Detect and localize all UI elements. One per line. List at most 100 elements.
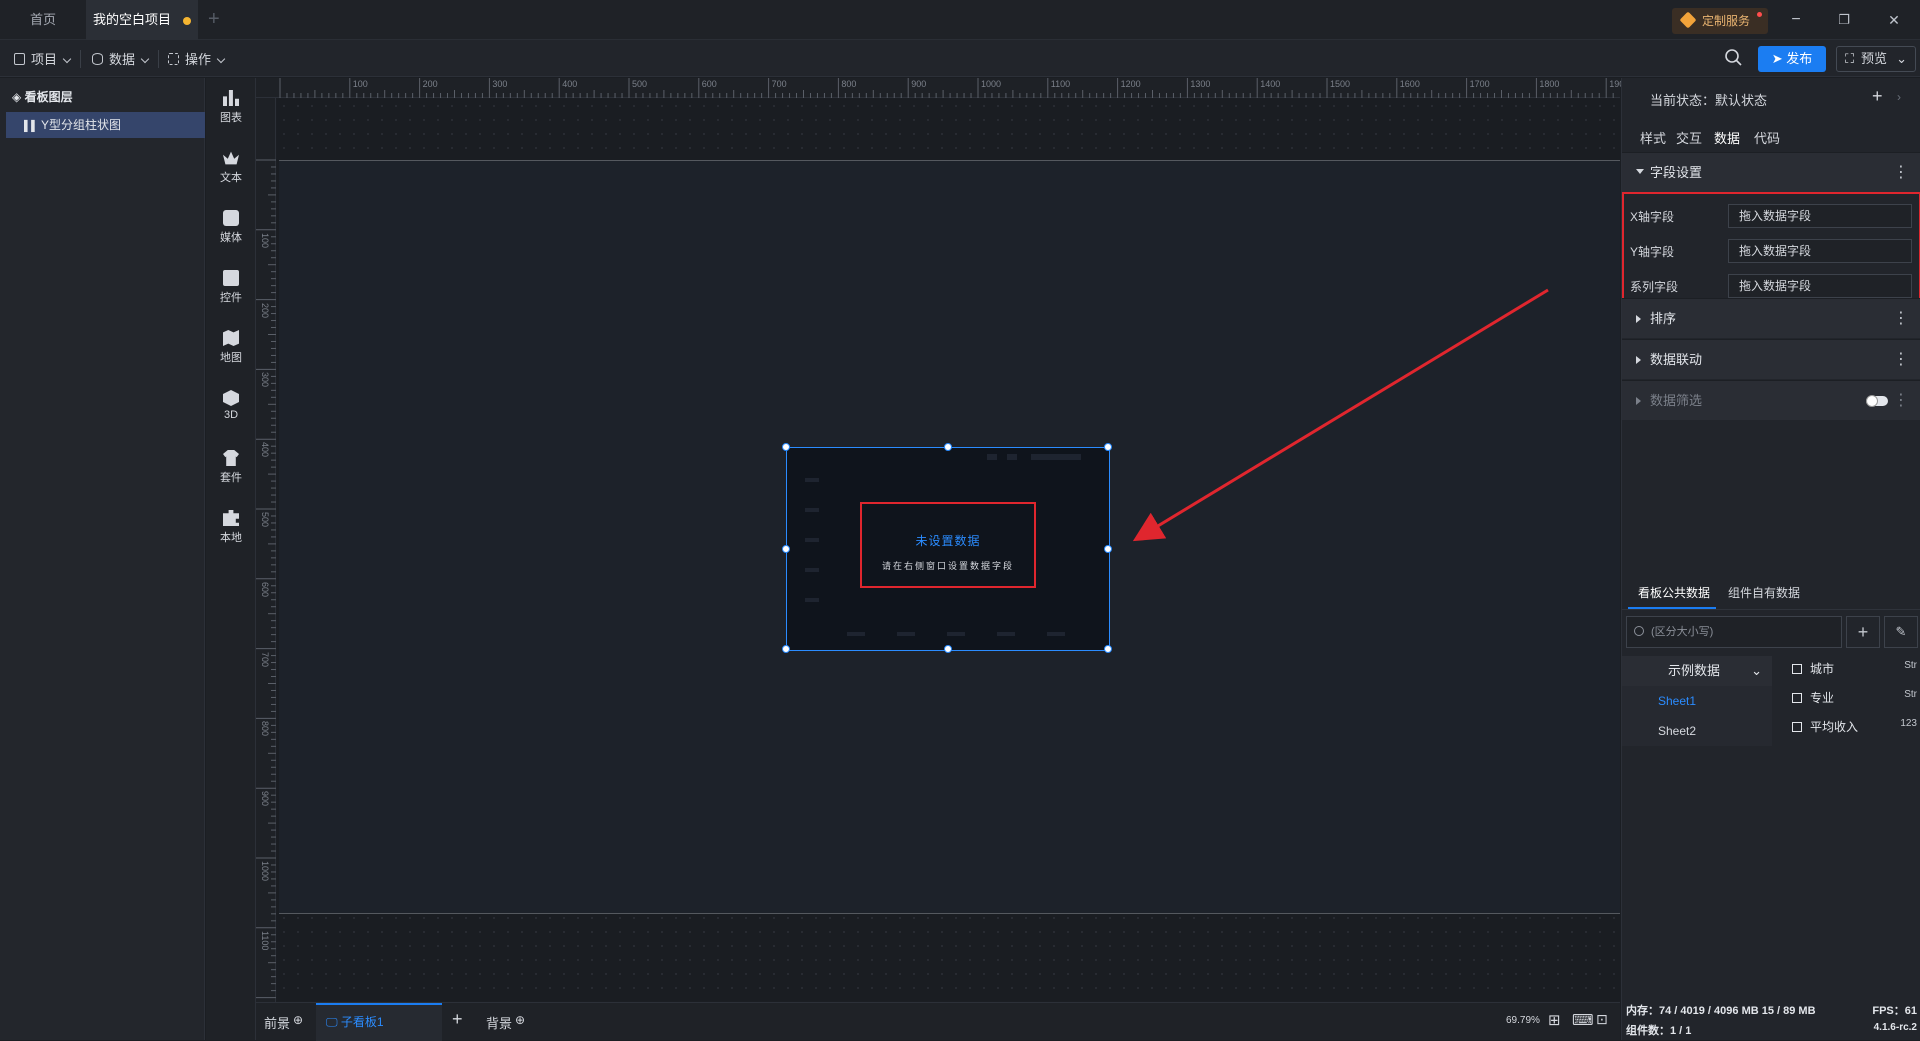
component-map[interactable]: 地图 (206, 330, 256, 365)
caret-right-icon (1636, 356, 1641, 364)
bar-chart-icon (223, 90, 239, 106)
data-column-item[interactable]: 专业 Str (1792, 689, 1920, 706)
resize-handle[interactable] (782, 443, 790, 451)
component-media[interactable]: 媒体 (206, 210, 256, 245)
ruler-tick-label: 1700 (1469, 79, 1490, 89)
resize-handle[interactable] (1104, 545, 1112, 553)
x-field-input[interactable]: 拖入数据字段 (1728, 204, 1912, 228)
data-column-item[interactable]: 平均收入 123 (1792, 718, 1920, 735)
tab-interaction[interactable]: 交互 (1676, 128, 1702, 147)
add-dataset-button[interactable]: + (1846, 616, 1880, 648)
keyboard-icon[interactable]: ⌨ (1572, 1011, 1594, 1029)
column-type: Str (1904, 660, 1917, 671)
ruler-tick-label: 200 (260, 302, 270, 318)
dataset-search-input[interactable]: (区分大小写) (1626, 616, 1842, 648)
ruler-tick-label: 1400 (1260, 79, 1281, 89)
section-data-filter[interactable]: 数据筛选 ⋮ (1622, 380, 1920, 420)
component-label: 文本 (220, 172, 242, 184)
menu-data[interactable]: 数据 (92, 49, 150, 68)
column-name: 平均收入 (1810, 720, 1859, 734)
section-title: 字段设置 (1650, 165, 1703, 180)
section-data-linkage[interactable]: 数据联动 ⋮ (1622, 339, 1920, 379)
zoom-level[interactable]: 69.79% (1506, 1015, 1540, 1026)
sheet-item[interactable]: Sheet2 (1622, 716, 1772, 746)
restore-button[interactable]: ❐ (1834, 10, 1854, 30)
dataset-select[interactable]: 示例数据 ⌄ (1622, 656, 1772, 686)
chevron-down-icon: ⌄ (1896, 51, 1907, 66)
send-icon: ➤ (1771, 51, 1787, 66)
more-icon[interactable]: ⋮ (1893, 299, 1909, 339)
tab-data[interactable]: 数据 (1714, 128, 1740, 147)
foreground-label: 前景 (264, 1016, 291, 1031)
sheet-item[interactable]: Sheet1 (1622, 686, 1772, 716)
layers-icon: ◈ (12, 90, 25, 104)
resize-handle[interactable] (944, 443, 952, 451)
component-3d[interactable]: 3D (206, 390, 256, 421)
series-field-input[interactable]: 拖入数据字段 (1728, 274, 1912, 298)
tab-code[interactable]: 代码 (1754, 128, 1780, 147)
section-field-settings[interactable]: 字段设置 ⋮ (1622, 152, 1920, 192)
component-bar: 图表 文本 媒体 控件 地图 3D 套件 本地 (206, 78, 256, 1040)
grid-icon (168, 53, 179, 65)
component-count: 组件数：1 / 1 (1626, 1025, 1692, 1037)
add-circle-icon[interactable]: ⊕ (515, 1013, 525, 1027)
chevron-down-icon (216, 54, 226, 64)
more-icon[interactable]: ⋮ (1893, 381, 1909, 421)
ruler-tick-label: 500 (260, 512, 270, 528)
component-kit[interactable]: 套件 (206, 450, 256, 485)
section-sort[interactable]: 排序 ⋮ (1622, 298, 1920, 338)
text-icon (223, 151, 239, 165)
checkbox[interactable] (1792, 664, 1802, 674)
add-tab-button[interactable]: + (208, 8, 220, 31)
no-data-notice: 未设置数据 请在右侧窗口设置数据字段 (860, 502, 1036, 588)
more-icon[interactable]: ⋮ (1893, 340, 1909, 380)
component-local[interactable]: 本地 (206, 510, 256, 545)
foreground-tab[interactable]: 前景 ⊕ (264, 1013, 303, 1032)
checkbox[interactable] (1792, 722, 1802, 732)
memory-status: 内存：74 / 4019 / 4096 MB 15 / 89 MB (1626, 1005, 1816, 1017)
edit-icon[interactable]: ✎ (1884, 616, 1918, 648)
close-button[interactable]: ✕ (1884, 10, 1904, 30)
ruler-tick-label: 300 (260, 372, 270, 388)
resize-handle[interactable] (1104, 443, 1112, 451)
monitor-icon: 🖵 (326, 1015, 341, 1029)
menu-operation[interactable]: 操作 (168, 49, 226, 68)
chevron-right-icon[interactable]: › (1897, 90, 1901, 104)
component-control[interactable]: 控件 (206, 270, 256, 305)
tab-public-data[interactable]: 看板公共数据 (1638, 584, 1710, 601)
resize-handle[interactable] (1104, 645, 1112, 653)
layer-item[interactable]: ▌▌ Y型分组柱状图 (6, 112, 205, 138)
sub-board-tab[interactable]: 🖵 子看板1 (316, 1003, 442, 1041)
toolbar-divider (80, 50, 81, 68)
minimize-button[interactable]: − (1786, 10, 1806, 30)
preview-button[interactable]: 预览 ⌄ ⛶ (1836, 46, 1916, 72)
background-tab[interactable]: 背景 ⊕ (486, 1013, 525, 1032)
tab-project[interactable]: 我的空白项目 (86, 0, 198, 40)
search-icon[interactable] (1724, 48, 1742, 66)
tab-home[interactable]: 首页 (0, 0, 86, 40)
menu-project[interactable]: 项目 (14, 49, 72, 68)
terminal-icon[interactable]: ⊡ (1596, 1011, 1608, 1028)
add-board-button[interactable]: + (452, 1009, 463, 1030)
resize-handle[interactable] (782, 645, 790, 653)
tab-style[interactable]: 样式 (1640, 128, 1666, 147)
checkbox[interactable] (1792, 693, 1802, 703)
resize-handle[interactable] (782, 545, 790, 553)
fps-status: FPS：61 (1872, 1005, 1917, 1017)
publish-button[interactable]: ➤ 发布 (1758, 46, 1826, 72)
component-text[interactable]: 文本 (206, 150, 256, 185)
more-icon[interactable]: ⋮ (1893, 153, 1909, 193)
menu-data-label: 数据 (109, 52, 136, 67)
filter-toggle[interactable] (1866, 395, 1888, 407)
resize-handle[interactable] (944, 645, 952, 653)
y-field-input[interactable]: 拖入数据字段 (1728, 239, 1912, 263)
title-bar: 首页 我的空白项目 + 定制服务 − ❐ ✕ (0, 0, 1920, 40)
fit-screen-icon[interactable]: ⊞ (1548, 1011, 1561, 1029)
component-chart[interactable]: 图表 (206, 90, 256, 125)
dataset-select-label: 示例数据 (1668, 663, 1721, 678)
data-column-item[interactable]: 城市 Str (1792, 660, 1920, 677)
add-circle-icon[interactable]: ⊕ (293, 1013, 303, 1027)
add-state-button[interactable]: + (1872, 86, 1883, 107)
tab-component-data[interactable]: 组件自有数据 (1728, 584, 1800, 601)
custom-service-button[interactable]: 定制服务 (1672, 8, 1768, 34)
